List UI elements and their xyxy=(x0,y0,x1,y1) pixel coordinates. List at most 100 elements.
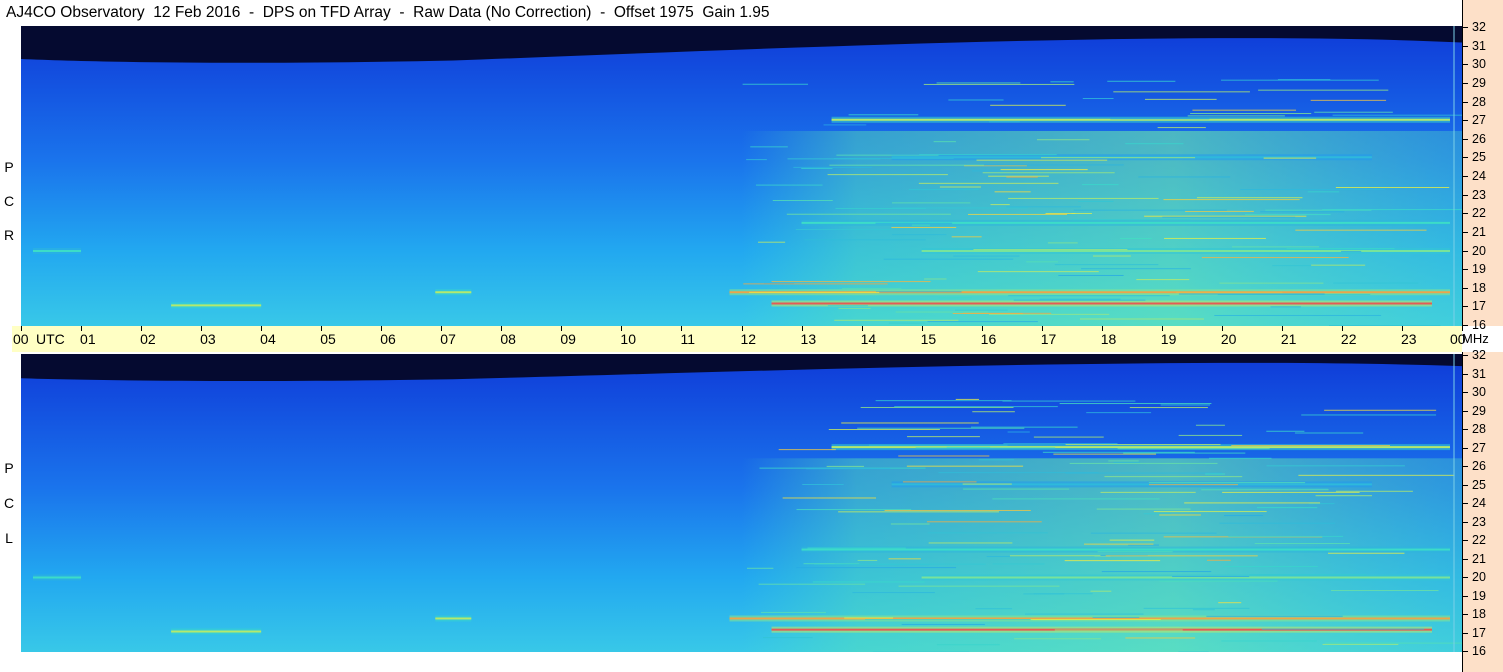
lcp-speckle-16 xyxy=(1097,551,1173,553)
rcp-speckle-2 xyxy=(988,175,1049,177)
lcp-emission-band-2 xyxy=(801,548,1450,551)
time-tick-23 xyxy=(1401,326,1403,331)
rcp-speckle-13 xyxy=(875,291,962,293)
lcp-speckle-35 xyxy=(1325,642,1462,644)
lcp-freq-label-18: 18 xyxy=(1472,607,1486,621)
lcp-speckle-36 xyxy=(762,637,813,639)
rcp-speckle-15 xyxy=(936,82,1021,84)
rcp-speckle-41 xyxy=(1041,157,1196,159)
rcp-frequency-axis: 32 31 30 29 28 27 26 25 24 23 22 21 20 19 18 17 16 xyxy=(1462,0,1503,332)
rcp-freq-tick-16 xyxy=(1462,325,1468,326)
rcp-freq-label-24: 24 xyxy=(1472,169,1486,183)
rcp-speckle-17 xyxy=(883,258,1014,260)
time-tick-label-3: 03 xyxy=(200,331,216,347)
lcp-speckle-61 xyxy=(1178,434,1243,436)
rcp-freq-label-19: 19 xyxy=(1472,262,1486,277)
lcp-speckle-41 xyxy=(902,481,977,483)
lcp-speckle-92 xyxy=(828,429,940,431)
lcp-speckle-34 xyxy=(1009,555,1111,557)
rcp-speckle-26 xyxy=(834,319,959,321)
time-tick-8 xyxy=(501,326,503,331)
rcp-speckle-99 xyxy=(1157,127,1206,129)
lcp-speckle-80 xyxy=(1294,432,1364,434)
time-tick-5 xyxy=(321,326,323,331)
rcp-freq-tick-27 xyxy=(1462,120,1468,122)
lcp-letter-1: P xyxy=(4,460,14,476)
lcp-speckle-86 xyxy=(806,468,891,470)
rcp-speckle-107 xyxy=(990,104,1066,106)
rcp-freq-tick-17 xyxy=(1462,306,1468,308)
rcp-freq-tick-18 xyxy=(1462,287,1468,289)
lcp-speckle-0 xyxy=(782,497,877,499)
lcp-speckle-121 xyxy=(975,608,1013,610)
time-tick-label-10: 10 xyxy=(620,331,636,347)
lcp-speckle-88 xyxy=(746,567,774,569)
lcp-speckle-116 xyxy=(1030,619,1161,621)
rcp-speckle-60 xyxy=(1178,293,1325,295)
lcp-freq-tick-29 xyxy=(1462,410,1468,412)
lcp-speckle-109 xyxy=(1033,436,1104,438)
rcp-speckle-75 xyxy=(948,99,1004,101)
lcp-speckle-58 xyxy=(1315,495,1373,497)
rcp-speckle-92 xyxy=(827,305,868,307)
lcp-speckle-13 xyxy=(1301,414,1437,416)
lcp-speckle-118 xyxy=(1023,593,1065,595)
rcp-freq-label-21: 21 xyxy=(1472,224,1486,239)
rcp-freq-tick-31 xyxy=(1462,45,1468,47)
lcp-speckle-131 xyxy=(1109,539,1155,541)
rcp-speckle-53 xyxy=(1286,248,1395,250)
rcp-freq-tick-28 xyxy=(1462,101,1468,103)
rcp-speckle-93 xyxy=(938,297,972,299)
rcp-freq-label-16: 16 xyxy=(1472,318,1486,332)
time-tick-label-2: 02 xyxy=(140,331,156,347)
lcp-speckle-111 xyxy=(1328,552,1405,554)
lcp-speckle-43 xyxy=(1266,430,1305,432)
rcp-speckle-54 xyxy=(848,114,919,116)
lcp-freq-label-16: 16 xyxy=(1472,644,1486,658)
lcp-speckle-63 xyxy=(1198,488,1328,490)
time-tick-11 xyxy=(681,326,683,331)
time-tick-18 xyxy=(1101,326,1103,331)
lcp-speckle-107 xyxy=(796,509,912,511)
rcp-speckle-88 xyxy=(827,174,948,176)
lcp-speckle-46 xyxy=(907,436,980,438)
rcp-speckle-125 xyxy=(891,227,957,229)
rcp-speckle-18 xyxy=(1201,257,1349,259)
lcp-freq-label-20: 20 xyxy=(1472,570,1486,584)
time-axis: 00 01 02 03 04 05 06 07 08 09 10 11 12 13 14 15 16 17 18 19… xyxy=(12,326,1466,352)
lcp-speckle-103 xyxy=(1129,407,1208,409)
rcp-speckle-0 xyxy=(1078,200,1114,202)
rcp-freq-label-27: 27 xyxy=(1472,113,1486,128)
lcp-speckle-44 xyxy=(758,583,866,585)
rcp-speckle-117 xyxy=(1081,268,1191,270)
lcp-speckle-59 xyxy=(1104,476,1243,478)
time-tick-12 xyxy=(741,326,743,331)
lcp-speckle-101 xyxy=(796,567,956,569)
lcp-speckle-100 xyxy=(844,617,894,619)
lcp-speckle-33 xyxy=(936,644,1000,646)
lcp-speckle-23 xyxy=(1101,571,1212,573)
rcp-speckle-121 xyxy=(750,146,788,148)
lcp-speckle-74 xyxy=(894,406,1058,408)
rcp-speckle-19 xyxy=(1258,89,1389,91)
rcp-speckle-118 xyxy=(1026,261,1059,263)
time-tick-label-13: 13 xyxy=(800,331,817,347)
rcp-speckle-112 xyxy=(1311,264,1366,266)
lcp-freq-tick-20 xyxy=(1462,577,1468,578)
rcp-speckle-42 xyxy=(1322,209,1462,211)
rcp-speckle-130 xyxy=(1190,113,1312,115)
lcp-freq-label-30: 30 xyxy=(1472,385,1486,399)
rcp-speckle-67 xyxy=(1113,91,1250,93)
rcp-speckle-1 xyxy=(1045,212,1076,214)
rcp-speckle-65 xyxy=(1176,291,1283,293)
rcp-freq-tick-26 xyxy=(1462,138,1468,140)
rcp-speckle-124 xyxy=(919,154,1057,156)
lcp-speckle-87 xyxy=(1007,431,1030,433)
lcp-speckle-133 xyxy=(1228,535,1344,537)
rcp-freq-tick-29 xyxy=(1462,82,1468,84)
lcp-speckle-117 xyxy=(868,444,1008,446)
lcp-speckle-17 xyxy=(1257,507,1318,509)
time-tick-3 xyxy=(201,326,203,331)
rcp-letter-1: P xyxy=(4,159,14,175)
lcp-speckle-73 xyxy=(875,400,1012,402)
